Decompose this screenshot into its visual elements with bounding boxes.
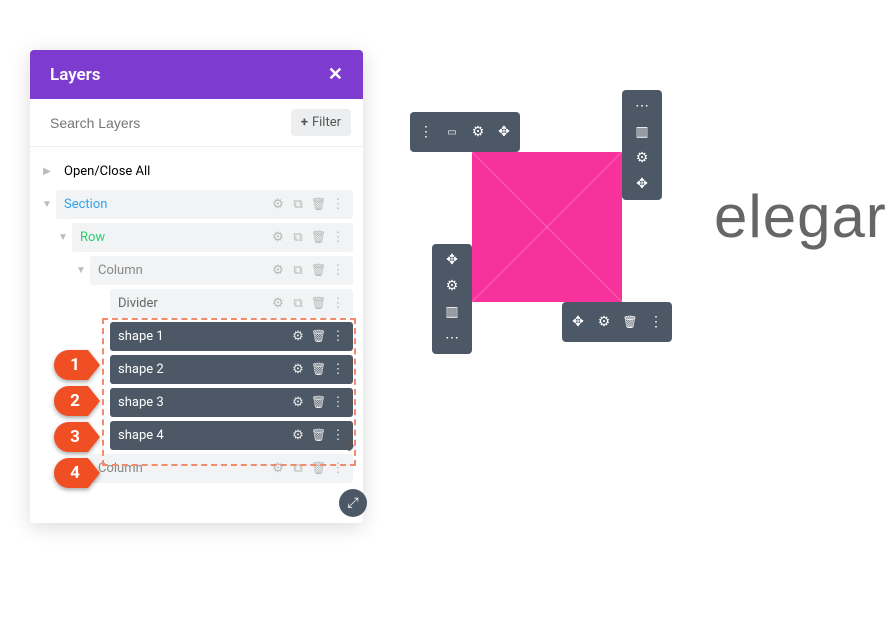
resize-icon — [347, 495, 358, 511]
filter-button[interactable]: + Filter — [291, 109, 351, 136]
trash-icon[interactable] — [311, 329, 325, 344]
more-icon[interactable] — [331, 197, 345, 212]
module-toolbar-bottom — [562, 302, 672, 342]
add-icon[interactable]: + — [344, 436, 354, 457]
layer-label: Column — [98, 263, 271, 278]
layers-panel: Layers ✕ + Filter ▶ Open/Close All ▼ Sec… — [30, 50, 363, 523]
layer-label: Divider — [118, 296, 271, 311]
gear-icon[interactable] — [291, 428, 305, 443]
layer-label: shape 1 — [118, 329, 291, 344]
move-icon[interactable] — [496, 124, 512, 140]
section-toolbar-top — [410, 112, 520, 152]
gear-icon[interactable] — [271, 197, 285, 212]
column-toolbar-left — [432, 244, 472, 354]
column-toolbar-right — [622, 90, 662, 200]
callout-badge-1: 1 — [54, 350, 100, 380]
callout-badge-4: 4 — [54, 458, 100, 488]
trash-icon[interactable] — [311, 263, 325, 278]
duplicate-icon[interactable] — [291, 230, 305, 245]
gear-icon[interactable] — [291, 329, 305, 344]
trash-icon[interactable] — [311, 296, 325, 311]
layer-label: Column — [98, 461, 271, 476]
panel-title: Layers — [50, 65, 101, 85]
layer-divider[interactable]: Divider — [110, 289, 353, 318]
more-icon[interactable] — [331, 461, 345, 476]
gear-icon[interactable] — [271, 461, 285, 476]
gear-icon[interactable] — [271, 263, 285, 278]
move-icon[interactable] — [634, 176, 650, 192]
search-input[interactable] — [50, 115, 291, 131]
close-icon[interactable]: ✕ — [328, 64, 343, 85]
duplicate-icon[interactable] — [291, 296, 305, 311]
panel-searchbar: + Filter — [30, 99, 363, 147]
plus-icon: + — [301, 115, 308, 130]
callout-badge-2: 2 — [54, 386, 100, 416]
gear-icon[interactable] — [271, 296, 285, 311]
trash-icon[interactable] — [311, 362, 325, 377]
more-icon[interactable] — [331, 230, 345, 245]
layer-shape-4[interactable]: shape 4 — [110, 421, 353, 450]
layer-shape-2[interactable]: shape 2 — [110, 355, 353, 384]
move-icon[interactable] — [444, 252, 460, 268]
callout-badge-3: 3 — [54, 422, 100, 452]
open-close-all-toggle[interactable]: Open/Close All — [56, 157, 353, 186]
trash-icon[interactable] — [622, 314, 638, 330]
duplicate-icon[interactable] — [291, 461, 305, 476]
caret-icon[interactable]: ▶ — [40, 165, 54, 179]
more-icon[interactable] — [331, 428, 345, 443]
selected-shape[interactable] — [472, 152, 622, 302]
more-icon[interactable] — [648, 314, 664, 330]
more-icon[interactable] — [331, 263, 345, 278]
layer-label: Row — [80, 230, 271, 245]
layer-row[interactable]: Row — [72, 223, 353, 252]
layer-label: shape 4 — [118, 428, 291, 443]
more-icon[interactable] — [331, 362, 345, 377]
more-icon[interactable] — [331, 329, 345, 344]
badge-number: 2 — [70, 391, 80, 411]
more-icon[interactable] — [634, 98, 650, 114]
caret-icon[interactable]: ▼ — [40, 198, 54, 212]
layer-column[interactable]: Column — [90, 454, 353, 483]
more-icon[interactable] — [331, 296, 345, 311]
caret-icon[interactable]: ▼ — [74, 264, 88, 278]
duplicate-icon[interactable] — [291, 263, 305, 278]
layer-shape-1[interactable]: shape 1 — [110, 322, 353, 351]
layer-column[interactable]: Column — [90, 256, 353, 285]
layer-label: shape 3 — [118, 395, 291, 410]
brand-text: elegar — [714, 182, 887, 251]
row-icon[interactable] — [444, 124, 460, 140]
more-icon[interactable] — [331, 395, 345, 410]
caret-icon[interactable]: ▼ — [56, 231, 70, 245]
gear-icon[interactable] — [291, 395, 305, 410]
trash-icon[interactable] — [311, 197, 325, 212]
badge-number: 3 — [70, 427, 80, 447]
resize-handle[interactable] — [339, 489, 367, 517]
filter-label: Filter — [312, 115, 341, 130]
gear-icon[interactable] — [634, 150, 650, 166]
gear-icon[interactable] — [271, 230, 285, 245]
trash-icon[interactable] — [311, 461, 325, 476]
duplicate-icon[interactable] — [291, 197, 305, 212]
trash-icon[interactable] — [311, 395, 325, 410]
column-icon[interactable] — [444, 304, 460, 320]
badge-number: 1 — [70, 355, 80, 375]
layer-label: shape 2 — [118, 362, 291, 377]
trash-icon[interactable] — [311, 428, 325, 443]
gear-icon[interactable] — [291, 362, 305, 377]
move-icon[interactable] — [570, 314, 586, 330]
trash-icon[interactable] — [311, 230, 325, 245]
layer-label: Section — [64, 197, 271, 212]
column-icon[interactable] — [634, 124, 650, 140]
more-icon[interactable] — [418, 124, 434, 140]
gear-icon[interactable] — [444, 278, 460, 294]
gear-icon[interactable] — [470, 124, 486, 140]
open-close-all-label: Open/Close All — [64, 164, 345, 179]
layer-shape-3[interactable]: shape 3 — [110, 388, 353, 417]
panel-header: Layers ✕ — [30, 50, 363, 99]
layer-section[interactable]: Section — [56, 190, 353, 219]
badge-number: 4 — [70, 463, 80, 483]
more-icon[interactable] — [444, 330, 460, 346]
gear-icon[interactable] — [596, 314, 612, 330]
